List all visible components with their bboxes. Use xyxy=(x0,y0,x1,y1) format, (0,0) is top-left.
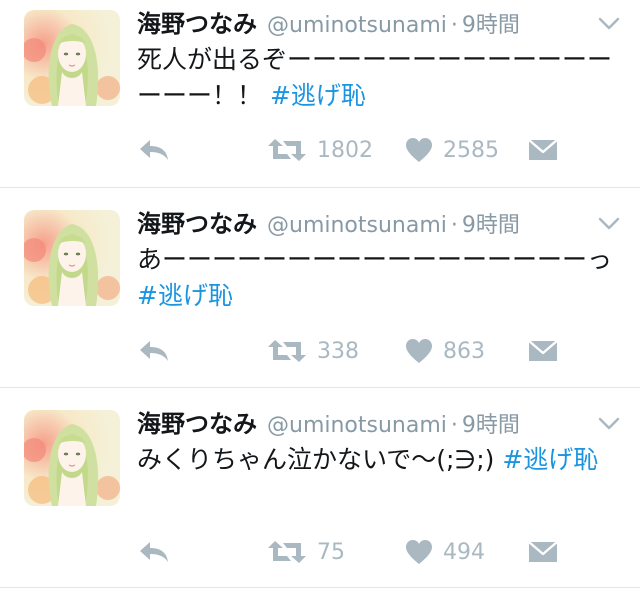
reply-button[interactable] xyxy=(137,130,171,170)
chevron-down-icon[interactable] xyxy=(598,16,620,32)
username[interactable]: @uminotsunami xyxy=(267,413,447,438)
username[interactable]: @uminotsunami xyxy=(267,213,447,238)
hashtag-link[interactable]: #逃げ恥 xyxy=(502,445,598,474)
tweet[interactable]: 海野つなみ @uminotsunami · 9時間 あーーーーーーーーーーーーーーーー… xyxy=(0,188,640,388)
separator: · xyxy=(450,13,458,38)
tweet-header: 海野つなみ @uminotsunami · 9時間 xyxy=(137,204,620,244)
tweet[interactable]: 海野つなみ @uminotsunami · 9時間 死人が出るぞーーーーーーーーーーー… xyxy=(0,0,640,188)
heart-icon xyxy=(406,339,432,363)
envelope-icon xyxy=(528,541,558,562)
direct-message-button[interactable] xyxy=(527,331,559,371)
hashtag-link[interactable]: #逃げ恥 xyxy=(137,281,233,310)
like-count: 2585 xyxy=(443,137,499,163)
retweet-count: 1802 xyxy=(317,137,373,163)
separator: · xyxy=(450,413,458,438)
avatar[interactable] xyxy=(24,10,120,106)
tweet-actions: 338 863 xyxy=(137,331,567,371)
avatar[interactable] xyxy=(24,210,120,306)
envelope-icon xyxy=(528,139,558,160)
avatar-illustration xyxy=(24,410,120,506)
tweet-header: 海野つなみ @uminotsunami · 9時間 xyxy=(137,404,620,444)
timestamp[interactable]: 9時間 xyxy=(462,413,520,438)
tweet-header: 海野つなみ @uminotsunami · 9時間 xyxy=(137,4,620,44)
avatar[interactable] xyxy=(24,410,120,506)
direct-message-button[interactable] xyxy=(527,532,559,572)
tweet-body: 死人が出るぞーーーーーーーーーーーーーーーー！！ xyxy=(137,45,613,110)
reply-icon xyxy=(140,341,168,361)
display-name[interactable]: 海野つなみ xyxy=(137,410,257,438)
like-count: 494 xyxy=(443,539,485,565)
timeline: 海野つなみ @uminotsunami · 9時間 死人が出るぞーーーーーーーーーーー… xyxy=(0,0,640,592)
reply-icon xyxy=(140,542,168,562)
display-name[interactable]: 海野つなみ xyxy=(137,10,257,38)
reply-button[interactable] xyxy=(137,331,171,371)
retweet-icon xyxy=(268,541,306,563)
retweet-icon xyxy=(268,340,306,362)
avatar-illustration xyxy=(24,10,120,106)
like-button[interactable]: 494 xyxy=(405,532,485,572)
chevron-down-icon[interactable] xyxy=(598,216,620,232)
like-button[interactable]: 2585 xyxy=(405,130,499,170)
timestamp[interactable]: 9時間 xyxy=(462,213,520,238)
tweet-actions: 75 494 xyxy=(137,532,567,572)
display-name[interactable]: 海野つなみ xyxy=(137,210,257,238)
heart-icon xyxy=(406,138,432,162)
retweet-icon xyxy=(268,139,306,161)
retweet-count: 75 xyxy=(317,539,345,565)
like-count: 863 xyxy=(443,338,485,364)
tweet-text: あーーーーーーーーーーーーーーーーーっ #逃げ恥 xyxy=(137,242,617,314)
retweet-button[interactable]: 338 xyxy=(267,331,359,371)
reply-icon xyxy=(140,140,168,160)
heart-icon xyxy=(406,540,432,564)
tweet-body: みくりちゃん泣かないで〜(;∋;) xyxy=(137,445,495,474)
direct-message-button[interactable] xyxy=(527,130,559,170)
username[interactable]: @uminotsunami xyxy=(267,13,447,38)
separator: · xyxy=(450,213,458,238)
envelope-icon xyxy=(528,340,558,361)
timestamp[interactable]: 9時間 xyxy=(462,13,520,38)
tweet-body: あーーーーーーーーーーーーーーーーーっ xyxy=(137,245,613,274)
tweet[interactable]: 海野つなみ @uminotsunami · 9時間 みくりちゃん泣かないで〜(;∋;)… xyxy=(0,388,640,588)
like-button[interactable]: 863 xyxy=(405,331,485,371)
avatar-illustration xyxy=(24,210,120,306)
retweet-count: 338 xyxy=(317,338,359,364)
retweet-button[interactable]: 1802 xyxy=(267,130,373,170)
hashtag-link[interactable]: #逃げ恥 xyxy=(270,81,366,110)
chevron-down-icon[interactable] xyxy=(598,416,620,432)
reply-button[interactable] xyxy=(137,532,171,572)
retweet-button[interactable]: 75 xyxy=(267,532,345,572)
tweet-text: 死人が出るぞーーーーーーーーーーーーーーーー！！ #逃げ恥 xyxy=(137,42,617,114)
tweet-text: みくりちゃん泣かないで〜(;∋;) #逃げ恥 xyxy=(137,442,617,478)
tweet-actions: 1802 2585 xyxy=(137,130,567,170)
